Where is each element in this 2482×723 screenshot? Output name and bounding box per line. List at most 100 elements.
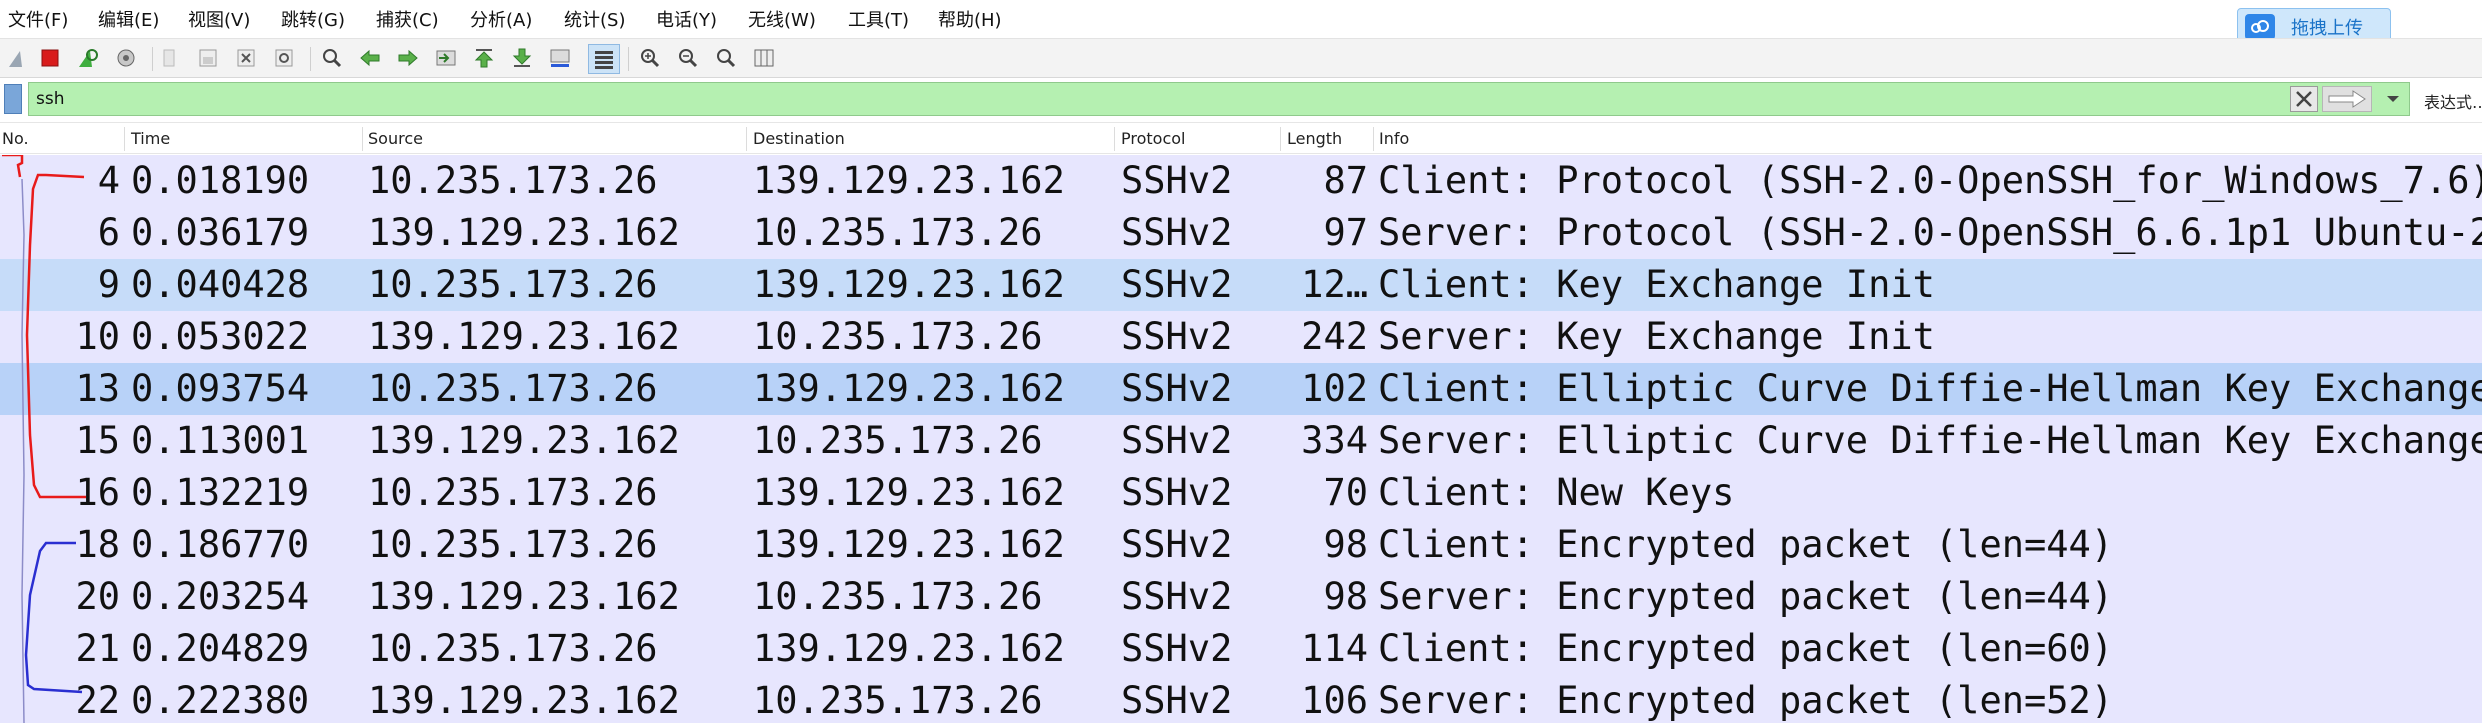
- column-source[interactable]: Source: [368, 129, 423, 148]
- zoom-normal-icon[interactable]: [714, 47, 738, 69]
- cell-time: 0.093754: [131, 367, 310, 410]
- cell-destination: 139.129.23.162: [753, 471, 1065, 514]
- cell-info: Client: Protocol (SSH-2.0-OpenSSH_for_Wi…: [1378, 159, 2482, 202]
- go-to-packet-icon[interactable]: [434, 47, 458, 69]
- table-row[interactable]: 4 0.018190 10.235.173.26 139.129.23.162 …: [0, 155, 2482, 207]
- column-no[interactable]: No.: [2, 129, 29, 148]
- cell-info: Server: Encrypted packet (len=44): [1378, 575, 2114, 618]
- menu-capture[interactable]: 捕获(C): [376, 6, 439, 32]
- cell-source: 139.129.23.162: [368, 575, 680, 618]
- column-time[interactable]: Time: [131, 129, 170, 148]
- stop-capture-icon[interactable]: [38, 47, 62, 69]
- cell-destination: 139.129.23.162: [753, 263, 1065, 306]
- menu-analyze[interactable]: 分析(A): [470, 6, 532, 32]
- go-last-icon[interactable]: [510, 47, 534, 69]
- cell-destination: 10.235.173.26: [753, 419, 1043, 462]
- menu-tools[interactable]: 工具(T): [848, 6, 909, 32]
- cell-destination: 10.235.173.26: [753, 679, 1043, 722]
- cell-no: 20: [75, 575, 120, 618]
- table-row[interactable]: 9 0.040428 10.235.173.26 139.129.23.162 …: [0, 259, 2482, 311]
- cell-time: 0.036179: [131, 211, 310, 254]
- cell-source: 10.235.173.26: [368, 159, 658, 202]
- cell-no: 10: [75, 315, 120, 358]
- apply-filter-button[interactable]: [2322, 86, 2372, 112]
- cell-source: 10.235.173.26: [368, 471, 658, 514]
- packet-list: 4 0.018190 10.235.173.26 139.129.23.162 …: [0, 155, 2482, 723]
- cell-length: 102: [1301, 367, 1368, 410]
- cell-info: Server: Elliptic Curve Diffie-Hellman Ke…: [1378, 419, 2482, 462]
- go-first-icon[interactable]: [472, 47, 496, 69]
- column-destination[interactable]: Destination: [753, 129, 845, 148]
- column-info[interactable]: Info: [1379, 129, 1409, 148]
- cell-length: 334: [1301, 419, 1368, 462]
- cell-time: 0.018190: [131, 159, 310, 202]
- cell-no: 18: [75, 523, 120, 566]
- cell-info: Client: Encrypted packet (len=60): [1378, 627, 2114, 670]
- colorize-icon[interactable]: [588, 44, 620, 74]
- cell-time: 0.186770: [131, 523, 310, 566]
- cell-protocol: SSHv2: [1121, 471, 1233, 514]
- main-toolbar: [0, 38, 2482, 78]
- menu-view[interactable]: 视图(V): [188, 6, 250, 32]
- cell-length: 98: [1323, 523, 1368, 566]
- column-protocol[interactable]: Protocol: [1121, 129, 1185, 148]
- table-row[interactable]: 15 0.113001 139.129.23.162 10.235.173.26…: [0, 415, 2482, 467]
- cell-no: 9: [97, 263, 120, 306]
- zoom-in-icon[interactable]: [638, 47, 662, 69]
- cell-info: Client: Key Exchange Init: [1378, 263, 1935, 306]
- go-forward-icon[interactable]: [396, 47, 420, 69]
- cell-protocol: SSHv2: [1121, 263, 1233, 306]
- cell-destination: 139.129.23.162: [753, 367, 1065, 410]
- zoom-out-icon[interactable]: [676, 47, 700, 69]
- cell-destination: 139.129.23.162: [753, 523, 1065, 566]
- table-row[interactable]: 18 0.186770 10.235.173.26 139.129.23.162…: [0, 519, 2482, 571]
- cell-source: 139.129.23.162: [368, 315, 680, 358]
- cell-time: 0.113001: [131, 419, 310, 462]
- close-file-icon[interactable]: [234, 47, 258, 69]
- cell-no: 16: [75, 471, 120, 514]
- menu-file[interactable]: 文件(F): [8, 6, 68, 32]
- table-row[interactable]: 16 0.132219 10.235.173.26 139.129.23.162…: [0, 467, 2482, 519]
- expression-button[interactable]: 表达式…: [2424, 89, 2482, 113]
- cell-destination: 10.235.173.26: [753, 315, 1043, 358]
- cell-protocol: SSHv2: [1121, 315, 1233, 358]
- auto-scroll-icon[interactable]: [548, 47, 572, 69]
- drag-upload-label: 拖拽上传: [2291, 18, 2363, 39]
- display-filter-input[interactable]: [28, 82, 2410, 116]
- cell-time: 0.204829: [131, 627, 310, 670]
- resize-columns-icon[interactable]: [752, 47, 776, 69]
- menu-go[interactable]: 跳转(G): [281, 6, 345, 32]
- cell-length: 106: [1301, 679, 1368, 722]
- cell-protocol: SSHv2: [1121, 211, 1233, 254]
- menu-help[interactable]: 帮助(H): [938, 6, 1002, 32]
- packet-list-header: No. Time Source Destination Protocol Len…: [0, 122, 2482, 154]
- save-file-icon[interactable]: [196, 47, 220, 69]
- cell-time: 0.132219: [131, 471, 310, 514]
- bookmark-icon[interactable]: [4, 84, 22, 114]
- table-row[interactable]: 13 0.093754 10.235.173.26 139.129.23.162…: [0, 363, 2482, 415]
- column-length[interactable]: Length: [1287, 129, 1342, 148]
- table-row[interactable]: 22 0.222380 139.129.23.162 10.235.173.26…: [0, 675, 2482, 723]
- restart-capture-icon[interactable]: [76, 47, 100, 69]
- table-row[interactable]: 10 0.053022 139.129.23.162 10.235.173.26…: [0, 311, 2482, 363]
- filter-history-dropdown[interactable]: [2380, 88, 2406, 110]
- cell-protocol: SSHv2: [1121, 523, 1233, 566]
- table-row[interactable]: 21 0.204829 10.235.173.26 139.129.23.162…: [0, 623, 2482, 675]
- find-packet-icon[interactable]: [320, 47, 344, 69]
- table-row[interactable]: 6 0.036179 139.129.23.162 10.235.173.26 …: [0, 207, 2482, 259]
- cell-no: 13: [75, 367, 120, 410]
- cell-info: Server: Key Exchange Init: [1378, 315, 1935, 358]
- table-row[interactable]: 20 0.203254 139.129.23.162 10.235.173.26…: [0, 571, 2482, 623]
- menu-edit[interactable]: 编辑(E): [98, 6, 159, 32]
- cell-info: Server: Protocol (SSH-2.0-OpenSSH_6.6.1p…: [1378, 211, 2482, 254]
- open-file-icon[interactable]: [158, 47, 182, 69]
- menu-wireless[interactable]: 无线(W): [748, 6, 816, 32]
- reload-file-icon[interactable]: [272, 47, 296, 69]
- shark-fin-start-icon[interactable]: [6, 47, 30, 69]
- cell-protocol: SSHv2: [1121, 419, 1233, 462]
- capture-options-icon[interactable]: [114, 47, 138, 69]
- clear-filter-button[interactable]: [2290, 86, 2318, 112]
- go-back-icon[interactable]: [358, 47, 382, 69]
- menu-telephony[interactable]: 电话(Y): [656, 6, 717, 32]
- menu-statistics[interactable]: 统计(S): [564, 6, 625, 32]
